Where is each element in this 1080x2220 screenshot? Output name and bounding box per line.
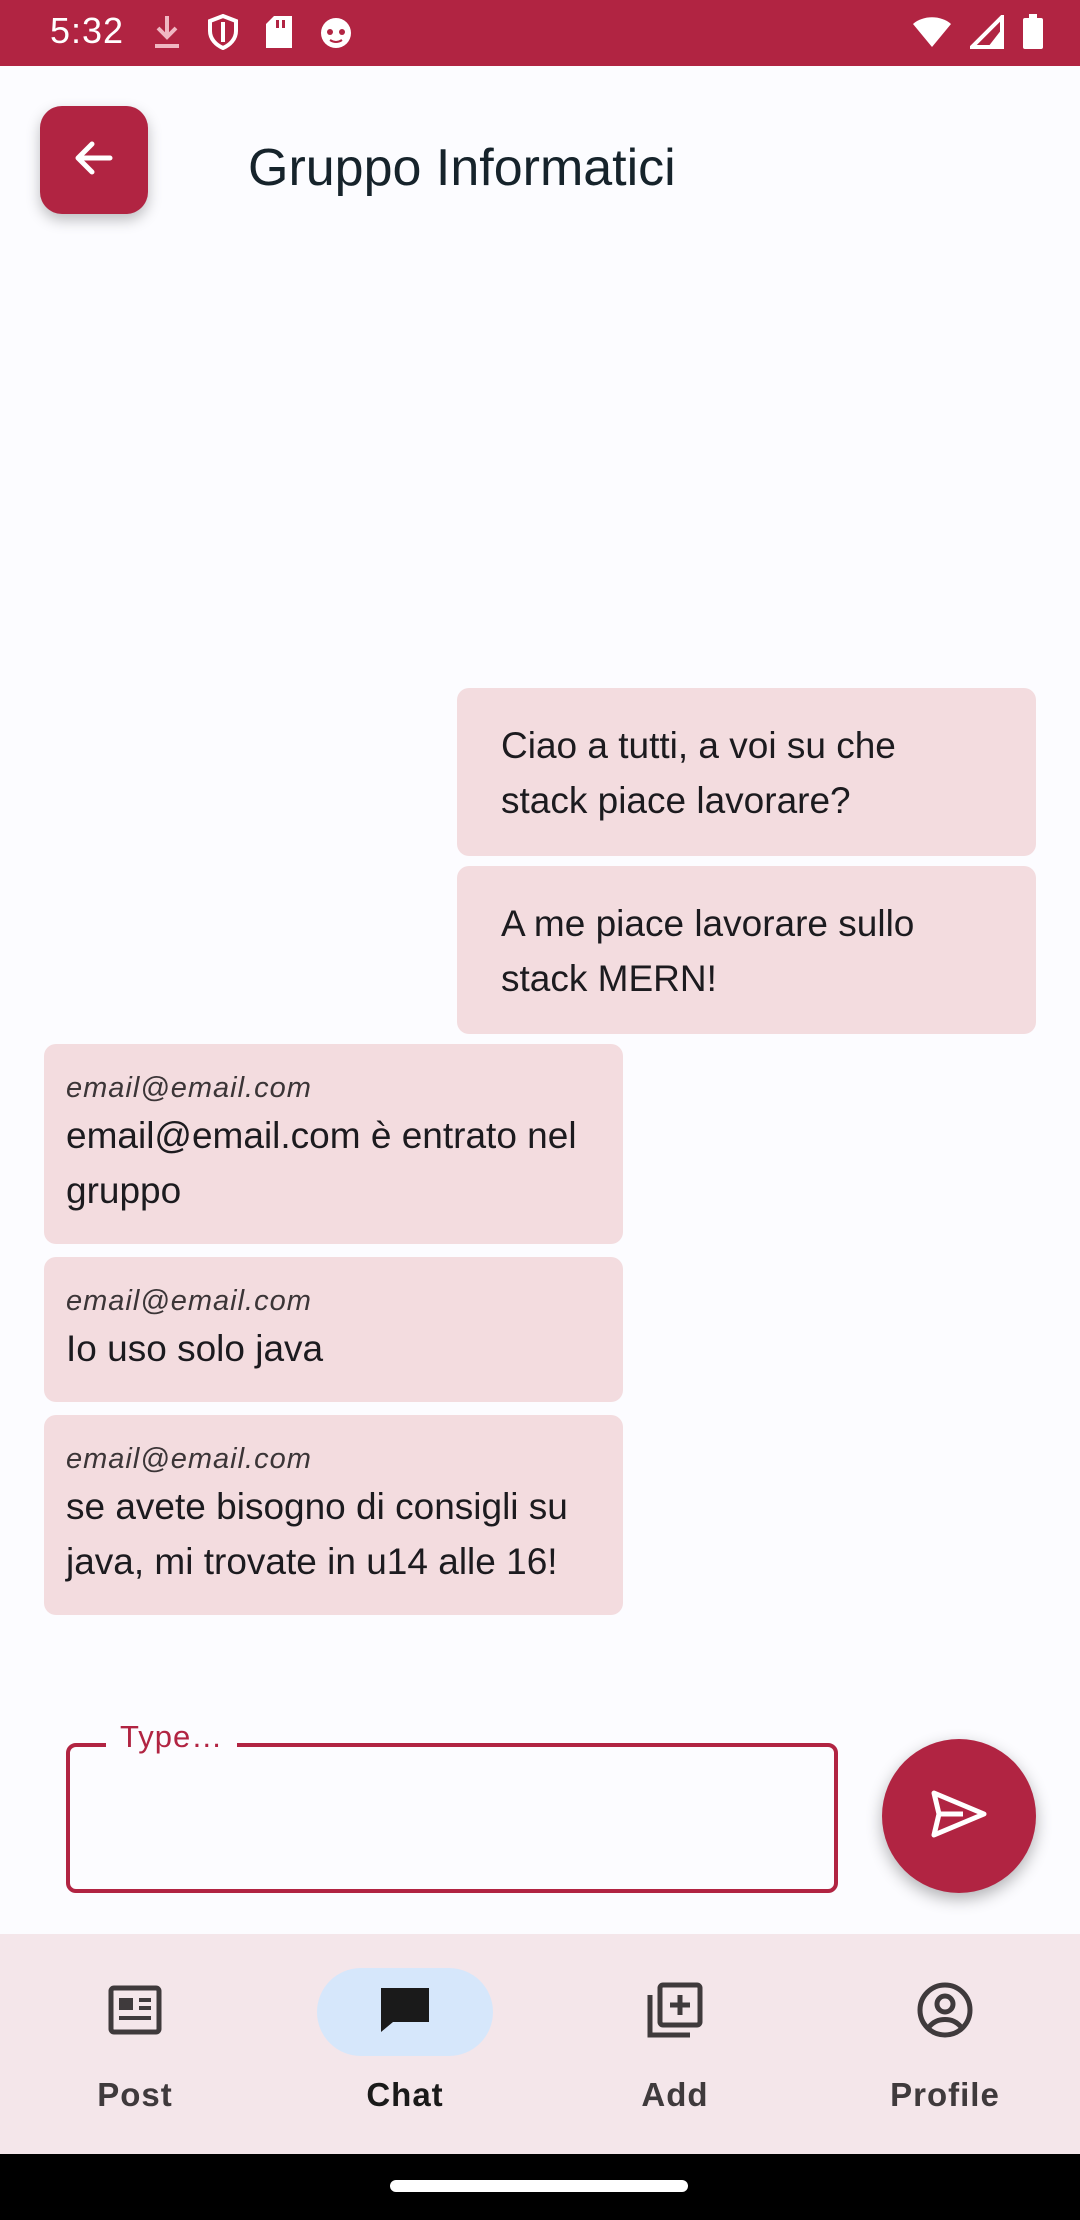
message-text: A me piace lavorare sullo stack MERN! bbox=[501, 903, 915, 999]
nav-label: Post bbox=[97, 2076, 173, 2113]
back-button[interactable] bbox=[40, 106, 148, 214]
nav-label: Profile bbox=[890, 2076, 1000, 2113]
page-title: Gruppo Informatici bbox=[248, 139, 676, 197]
app-header: Gruppo Informatici bbox=[0, 66, 1080, 246]
message-text: se avete bisogno di consigli su java, mi… bbox=[66, 1486, 568, 1582]
status-time: 5:32 bbox=[50, 10, 125, 51]
home-gesture-handle[interactable] bbox=[390, 2180, 688, 2192]
status-bar: 5:32 bbox=[0, 0, 1080, 66]
status-icons-right bbox=[912, 12, 1044, 55]
chat-bubble-icon bbox=[377, 1984, 433, 2041]
message-text: email@email.com è entrato nel gruppo bbox=[66, 1115, 577, 1211]
nav-item-add[interactable]: Add bbox=[540, 1968, 810, 2128]
arrow-left-icon bbox=[70, 134, 118, 187]
message-bubble-received: email@email.com email@email.com è entrat… bbox=[44, 1044, 623, 1244]
cat-face-icon bbox=[318, 14, 354, 55]
message-sender: email@email.com bbox=[66, 1443, 312, 1475]
message-sender: email@email.com bbox=[66, 1072, 312, 1104]
message-bubble-received: email@email.com Io uso solo java bbox=[44, 1257, 623, 1402]
nav-item-profile[interactable]: Profile bbox=[810, 1968, 1080, 2128]
status-icons-left bbox=[152, 13, 354, 55]
nav-label: Chat bbox=[366, 2076, 444, 2113]
send-icon bbox=[930, 1789, 988, 1844]
download-icon bbox=[152, 14, 182, 55]
add-copy-icon bbox=[646, 1981, 704, 2044]
message-bubble-sent: Ciao a tutti, a voi su che stack piace l… bbox=[457, 688, 1036, 856]
nav-pill-active bbox=[317, 1968, 493, 2056]
shield-icon bbox=[206, 13, 240, 55]
cell-signal-icon bbox=[967, 12, 1004, 54]
newspaper-icon bbox=[107, 1982, 163, 2043]
nav-pill bbox=[587, 1968, 763, 2056]
system-gesture-bar bbox=[0, 2154, 1080, 2220]
message-composer: Type… bbox=[0, 1719, 1080, 1905]
send-button[interactable] bbox=[882, 1739, 1036, 1893]
nav-item-chat[interactable]: Chat bbox=[270, 1968, 540, 2128]
nav-pill bbox=[857, 1968, 1033, 2056]
message-input-container[interactable]: Type… bbox=[66, 1719, 838, 1893]
message-bubble-sent: A me piace lavorare sullo stack MERN! bbox=[457, 866, 1036, 1034]
message-sender: email@email.com bbox=[66, 1285, 312, 1317]
nav-label: Add bbox=[641, 2076, 709, 2113]
sd-card-icon bbox=[264, 14, 294, 55]
message-text: Ciao a tutti, a voi su che stack piace l… bbox=[501, 725, 896, 821]
message-text: Io uso solo java bbox=[66, 1328, 324, 1369]
wifi-icon bbox=[912, 15, 952, 54]
message-bubble-received: email@email.com se avete bisogno di cons… bbox=[44, 1415, 623, 1615]
nav-item-post[interactable]: Post bbox=[0, 1968, 270, 2128]
message-input[interactable] bbox=[100, 1787, 804, 1849]
account-circle-icon bbox=[916, 1981, 974, 2044]
message-input-label: Type… bbox=[106, 1719, 238, 1755]
bottom-navigation: Post Chat Add Profile bbox=[0, 1934, 1080, 2154]
nav-pill bbox=[47, 1968, 223, 2056]
battery-icon bbox=[1022, 14, 1044, 55]
